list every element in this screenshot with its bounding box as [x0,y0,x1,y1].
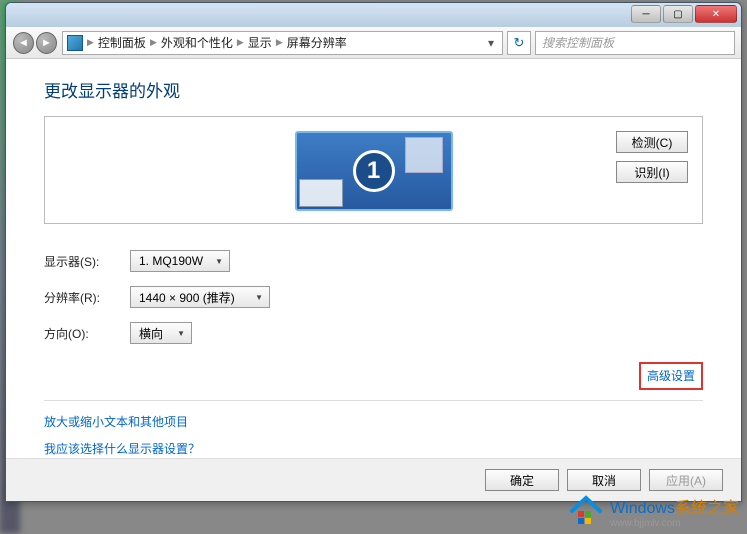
back-button[interactable]: ◄ [13,32,34,54]
cancel-button[interactable]: 取消 [567,469,641,491]
orientation-label: 方向(O): [44,325,130,342]
chevron-right-icon: ▶ [87,37,94,48]
orientation-dropdown[interactable]: 横向 [130,322,192,344]
content-area: 更改显示器的外观 1 检测(C) 识别(I) 显示器(S): 1. MQ190W… [6,59,741,501]
chevron-right-icon: ▶ [237,37,244,48]
crumb-display[interactable]: 显示 [248,34,272,51]
maximize-button[interactable]: ▢ [663,5,693,23]
monitor-thumbnail[interactable]: 1 [295,131,453,211]
control-panel-window: ─ ▢ ✕ ◄ ► ▶ 控制面板 ▶ 外观和个性化 ▶ 显示 ▶ 屏幕分辨率 ▾… [5,2,742,502]
crumb-resolution[interactable]: 屏幕分辨率 [287,34,347,51]
watermark-url: www.bjjmlv.com [610,518,739,529]
text-size-link[interactable]: 放大或缩小文本和其他项目 [44,413,703,430]
forward-button[interactable]: ► [36,32,57,54]
orientation-value: 横向 [139,325,163,342]
monitor-preview-area: 1 检测(C) 识别(I) [44,116,703,224]
titlebar: ─ ▢ ✕ [6,3,741,27]
display-icon [67,35,83,51]
ok-button[interactable]: 确定 [485,469,559,491]
identify-button[interactable]: 识别(I) [616,161,688,183]
resolution-dropdown[interactable]: 1440 × 900 (推荐) [130,286,270,308]
detect-button[interactable]: 检测(C) [616,131,688,153]
resolution-label: 分辨率(R): [44,289,130,306]
resolution-value: 1440 × 900 (推荐) [139,289,235,306]
search-input[interactable]: 搜索控制面板 [535,31,735,55]
chevron-right-icon: ▶ [276,37,283,48]
advanced-settings-highlight: 高级设置 [639,362,703,390]
watermark: Windows系统之家 www.bjjmlv.com [568,493,739,529]
preview-window [405,137,443,173]
chevron-right-icon: ▶ [150,37,157,48]
page-heading: 更改显示器的外观 [44,77,703,102]
address-dropdown-icon[interactable]: ▾ [484,36,498,50]
monitor-number-badge: 1 [353,150,395,192]
advanced-settings-link[interactable]: 高级设置 [647,369,695,383]
display-value: 1. MQ190W [139,254,203,268]
apply-button[interactable]: 应用(A) [649,469,723,491]
navbar: ◄ ► ▶ 控制面板 ▶ 外观和个性化 ▶ 显示 ▶ 屏幕分辨率 ▾ ↻ 搜索控… [6,27,741,59]
minimize-button[interactable]: ─ [631,5,661,23]
address-bar[interactable]: ▶ 控制面板 ▶ 外观和个性化 ▶ 显示 ▶ 屏幕分辨率 ▾ [62,31,503,55]
display-dropdown[interactable]: 1. MQ190W [130,250,230,272]
divider [44,400,703,401]
crumb-control-panel[interactable]: 控制面板 [98,34,146,51]
house-icon [568,493,604,529]
preview-taskbar [299,179,343,207]
nav-back-forward: ◄ ► [12,30,58,56]
watermark-title: Windows系统之家 [610,494,739,518]
crumb-appearance[interactable]: 外观和个性化 [161,34,233,51]
display-help-link[interactable]: 我应该选择什么显示器设置？ [44,440,703,457]
display-label: 显示器(S): [44,253,130,270]
refresh-button[interactable]: ↻ [507,31,531,55]
close-button[interactable]: ✕ [695,5,737,23]
